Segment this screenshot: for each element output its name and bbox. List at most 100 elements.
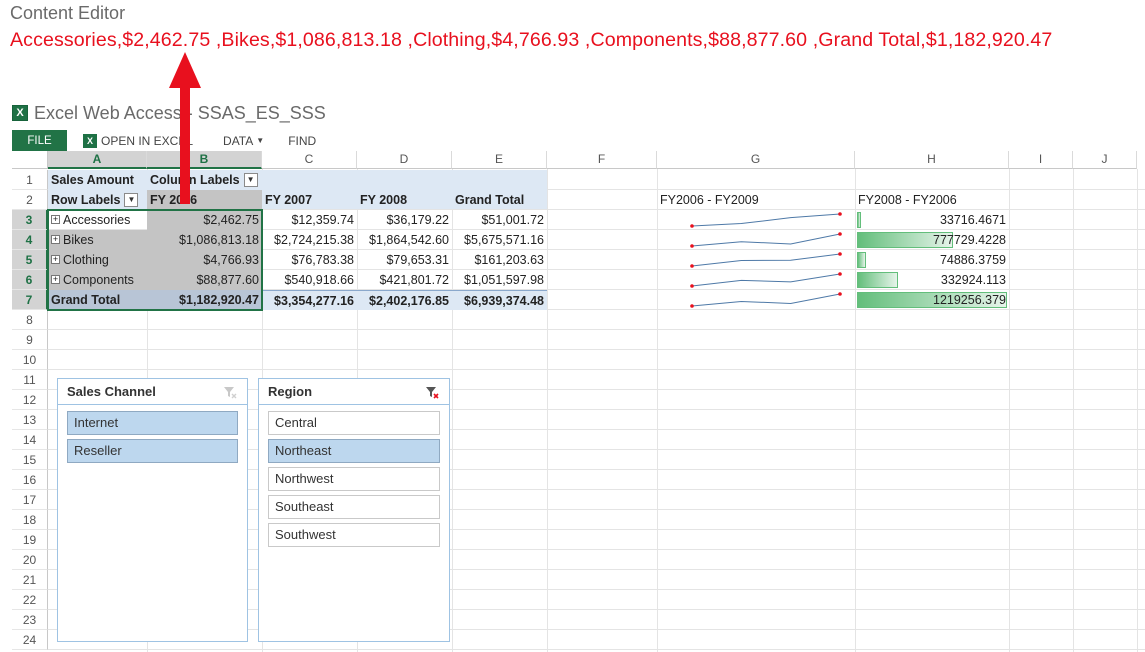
pivot-value-cell[interactable]: $36,179.22 <box>357 210 452 230</box>
column-header-e[interactable]: E <box>452 151 547 169</box>
databar-value[interactable]: 332924.113 <box>855 270 1009 290</box>
row-label-text: Clothing <box>63 253 109 267</box>
databar-value[interactable]: 777729.4228 <box>855 230 1009 250</box>
row-header[interactable]: 13 <box>12 410 48 430</box>
sparkline <box>691 273 841 287</box>
slicer-title: Region <box>268 384 313 399</box>
row-header[interactable]: 15 <box>12 450 48 470</box>
pivot-value-cell[interactable]: $1,051,597.98 <box>452 270 547 290</box>
row-header[interactable]: 1 <box>12 170 48 190</box>
column-header-i[interactable]: I <box>1009 151 1073 169</box>
row-header[interactable]: 19 <box>12 530 48 550</box>
row-header[interactable]: 12 <box>12 390 48 410</box>
pivot-value-cell[interactable]: $2,462.75 <box>147 210 262 230</box>
column-header-g[interactable]: G <box>657 151 855 169</box>
column-header-b[interactable]: B <box>147 151 262 169</box>
column-header-j[interactable]: J <box>1073 151 1137 169</box>
row-header[interactable]: 4 <box>12 230 48 250</box>
pivot-header-fy2008[interactable]: FY 2008 <box>357 190 452 210</box>
databar-value[interactable]: 33716.4671 <box>855 210 1009 230</box>
column-labels-filter-dropdown[interactable]: ▼ <box>243 172 258 187</box>
row-header[interactable]: 17 <box>12 490 48 510</box>
row-header[interactable]: 8 <box>12 310 48 330</box>
row-header[interactable]: 24 <box>12 630 48 650</box>
sparkline <box>691 253 841 267</box>
pivot-value-cell[interactable]: $161,203.63 <box>452 250 547 270</box>
row-header[interactable]: 9 <box>12 330 48 350</box>
sales-channel-slicer[interactable]: Sales Channel Internet Reseller <box>57 378 248 642</box>
row-header[interactable]: 11 <box>12 370 48 390</box>
region-slicer[interactable]: Region Central Northeast Northwest South… <box>258 378 450 642</box>
slicer-item-southeast[interactable]: Southeast <box>268 495 440 519</box>
pivot-value-cell[interactable]: $88,877.60 <box>147 270 262 290</box>
row-header[interactable]: 10 <box>12 350 48 370</box>
file-tab[interactable]: FILE <box>12 130 67 151</box>
pivot-grand-total-cell[interactable]: $3,354,277.16 <box>262 290 357 310</box>
pivot-grand-total-cell[interactable]: $2,402,176.85 <box>357 290 452 310</box>
pivot-grand-total-label[interactable]: Grand Total <box>48 290 147 310</box>
column-header-f[interactable]: F <box>547 151 657 169</box>
databar-value[interactable]: 1219256.379 <box>855 290 1009 310</box>
slicer-item-northwest[interactable]: Northwest <box>268 467 440 491</box>
row-header[interactable]: 5 <box>12 250 48 270</box>
pivot-column-labels[interactable]: Column Labels ▼ <box>147 170 262 190</box>
pivot-value-cell[interactable]: $51,001.72 <box>452 210 547 230</box>
pivot-value-cell[interactable]: $79,653.31 <box>357 250 452 270</box>
slicer-item-reseller[interactable]: Reseller <box>67 439 238 463</box>
pivot-row-label[interactable]: + Accessories <box>48 210 147 230</box>
row-header[interactable]: 23 <box>12 610 48 630</box>
pivot-row-labels[interactable]: Row Labels ▼ <box>48 190 147 210</box>
column-header-c[interactable]: C <box>262 151 357 169</box>
data-menu-button[interactable]: DATA ▼ <box>223 134 264 148</box>
pivot-value-cell[interactable]: $5,675,571.16 <box>452 230 547 250</box>
pivot-value-cell[interactable]: $2,724,215.38 <box>262 230 357 250</box>
find-button[interactable]: FIND <box>288 134 316 148</box>
row-header[interactable]: 18 <box>12 510 48 530</box>
spreadsheet-grid[interactable]: A B C D E F G H I J 1 2 3 4 5 6 7 8 9 10… <box>12 151 1145 652</box>
clear-filter-icon[interactable] <box>424 384 440 400</box>
column-header-d[interactable]: D <box>357 151 452 169</box>
databar-header: FY2008 - FY2006 <box>858 193 957 207</box>
databar-value[interactable]: 74886.3759 <box>855 250 1009 270</box>
pivot-header-fy2007[interactable]: FY 2007 <box>262 190 357 210</box>
column-header-h[interactable]: H <box>855 151 1009 169</box>
pivot-value-cell[interactable]: $76,783.38 <box>262 250 357 270</box>
pivot-row-label[interactable]: + Bikes <box>48 230 147 250</box>
slicer-item-central[interactable]: Central <box>268 411 440 435</box>
row-header[interactable]: 21 <box>12 570 48 590</box>
row-header[interactable]: 14 <box>12 430 48 450</box>
row-header[interactable]: 20 <box>12 550 48 570</box>
pivot-grand-total-cell[interactable]: $6,939,374.48 <box>452 290 547 310</box>
row-header[interactable]: 2 <box>12 190 48 210</box>
pivot-value-cell[interactable]: $421,801.72 <box>357 270 452 290</box>
expand-icon[interactable]: + <box>51 235 60 245</box>
slicer-item-southwest[interactable]: Southwest <box>268 523 440 547</box>
pivot-row-label[interactable]: + Components <box>48 270 147 290</box>
column-header-a[interactable]: A <box>48 151 147 169</box>
pivot-value-cell[interactable]: $12,359.74 <box>262 210 357 230</box>
row-labels-filter-dropdown[interactable]: ▼ <box>124 192 139 207</box>
sparkline-marker <box>838 212 842 216</box>
select-all-corner[interactable] <box>12 151 48 169</box>
expand-icon[interactable]: + <box>51 255 60 265</box>
row-header[interactable]: 3 <box>12 210 48 230</box>
clear-filter-icon[interactable] <box>222 384 238 400</box>
expand-icon[interactable]: + <box>51 275 60 285</box>
pivot-value-cell[interactable]: $1,086,813.18 <box>147 230 262 250</box>
row-header[interactable]: 16 <box>12 470 48 490</box>
row-header[interactable]: 22 <box>12 590 48 610</box>
pivot-value-cell[interactable]: $540,918.66 <box>262 270 357 290</box>
pivot-grand-total-cell[interactable]: $1,182,920.47 <box>147 290 262 310</box>
pivot-header-grand-total[interactable]: Grand Total <box>452 190 547 210</box>
expand-icon[interactable]: + <box>51 215 60 225</box>
pivot-header-fy2006[interactable]: FY 2006 <box>147 190 262 210</box>
pivot-row-label[interactable]: + Clothing <box>48 250 147 270</box>
open-in-excel-button[interactable]: X OPEN IN EXCEL <box>83 133 193 148</box>
row-header[interactable]: 6 <box>12 270 48 290</box>
slicer-item-internet[interactable]: Internet <box>67 411 238 435</box>
slicer-item-northeast[interactable]: Northeast <box>268 439 440 463</box>
row-header[interactable]: 7 <box>12 290 48 310</box>
find-label: FIND <box>288 133 317 148</box>
pivot-value-cell[interactable]: $1,864,542.60 <box>357 230 452 250</box>
pivot-value-cell[interactable]: $4,766.93 <box>147 250 262 270</box>
